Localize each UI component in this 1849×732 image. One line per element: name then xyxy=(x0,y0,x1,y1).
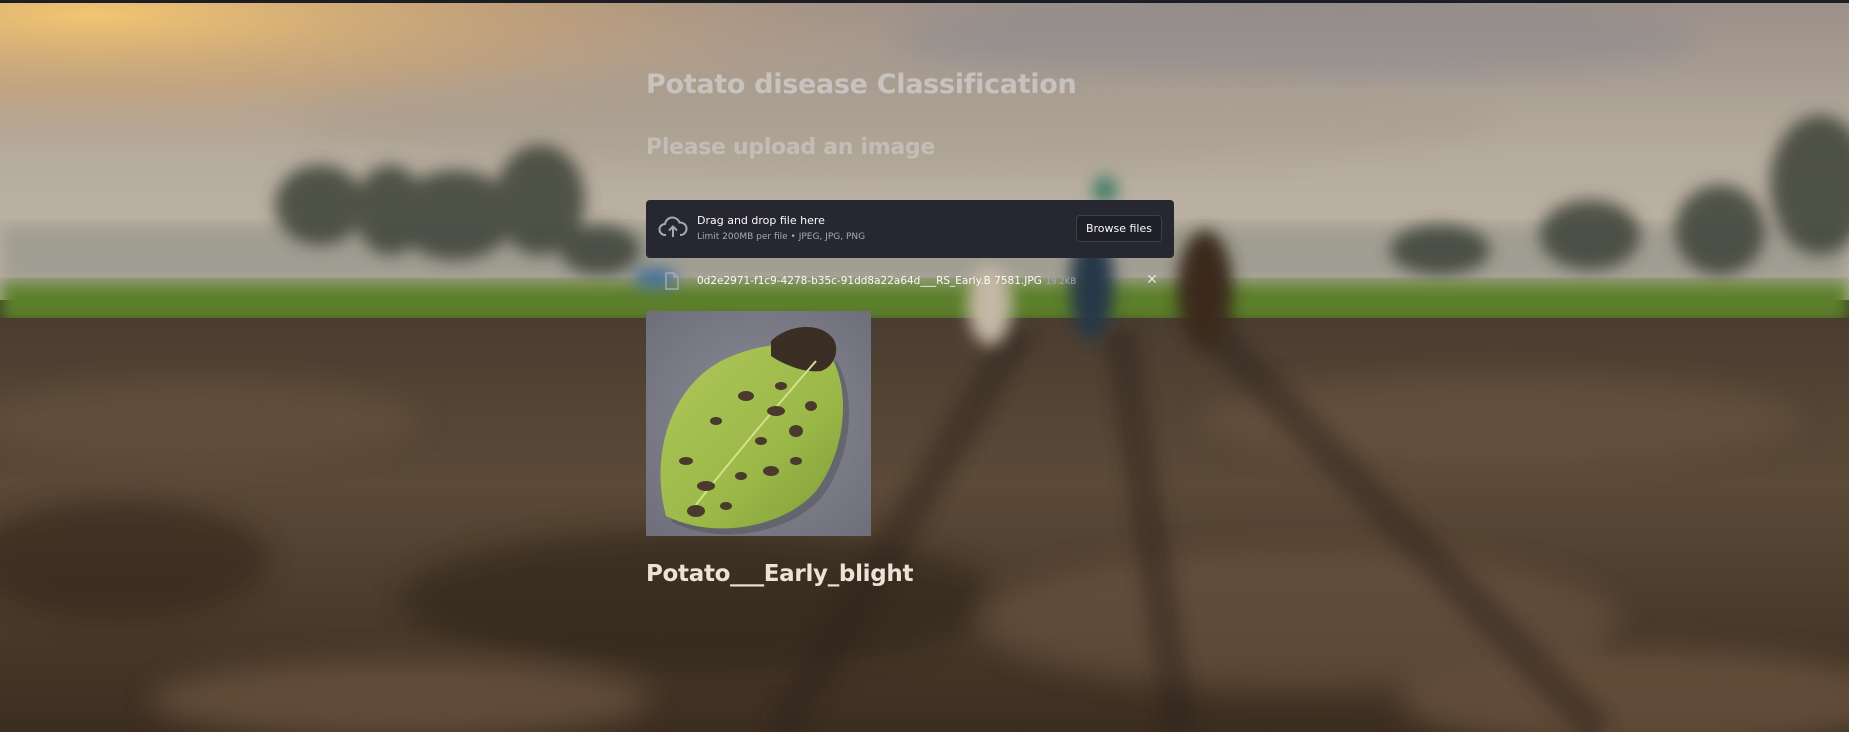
top-bar xyxy=(0,0,1849,3)
page-title: Potato disease Classification xyxy=(646,69,1077,100)
dropzone-limit-text: Limit 200MB per file • JPEG, JPG, PNG xyxy=(697,232,866,242)
dropzone-instructions: Drag and drop file here xyxy=(697,214,825,227)
uploaded-leaf-image xyxy=(646,311,871,536)
file-dropzone[interactable]: Drag and drop file here Limit 200MB per … xyxy=(646,200,1174,258)
prediction-result: Potato___Early_blight xyxy=(646,561,914,587)
main-content: Potato disease Classification Please upl… xyxy=(646,0,1174,732)
cloud-upload-icon xyxy=(658,216,688,240)
close-icon[interactable]: ✕ xyxy=(1143,271,1161,289)
browse-files-button[interactable]: Browse files xyxy=(1075,215,1162,242)
page-subtitle: Please upload an image xyxy=(646,135,935,160)
uploaded-file-name: 0d2e2971-f1c9-4278-b35c-91dd8a22a64d___R… xyxy=(697,275,1042,287)
uploaded-file-item: 0d2e2971-f1c9-4278-b35c-91dd8a22a64d___R… xyxy=(646,270,1174,294)
file-icon xyxy=(665,272,679,290)
uploaded-file-size: 19.2KB xyxy=(1045,277,1077,287)
